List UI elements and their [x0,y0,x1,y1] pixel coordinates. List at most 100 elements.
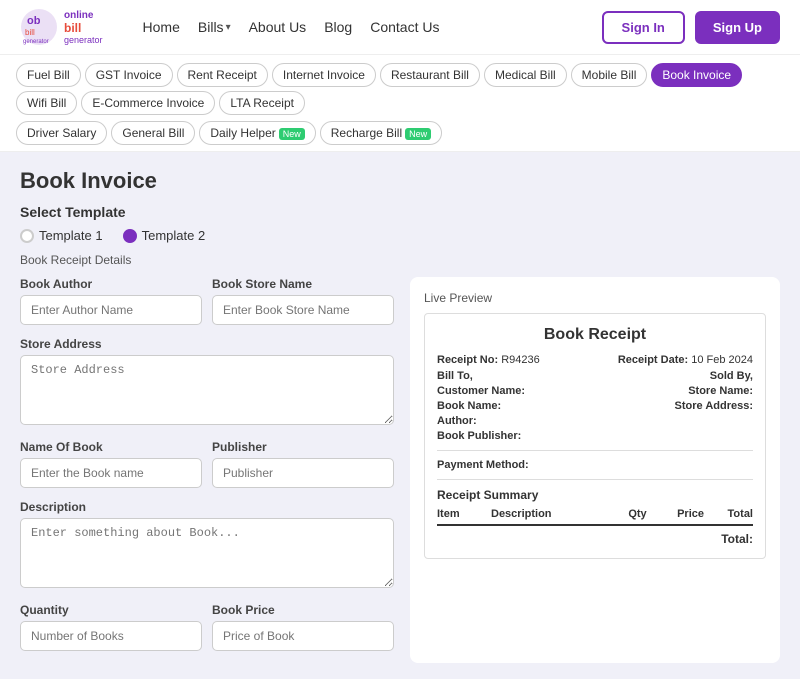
svg-text:generator: generator [23,39,49,45]
category-bar: Fuel BillGST InvoiceRent ReceiptInternet… [0,55,800,152]
name-of-book-label: Name Of Book [20,440,202,454]
category-tag[interactable]: Book Invoice [651,63,742,87]
header: ob bill generator online bill generator … [0,0,800,55]
select-template-label: Select Template [20,204,780,220]
header-buttons: Sign In Sign Up [602,11,780,44]
customer-name-label: Customer Name: [437,385,525,397]
receipt-no-row: Receipt No: R94236 Receipt Date: 10 Feb … [437,354,753,366]
publisher-label: Publisher [212,440,394,454]
book-store-label: Book Store Name [212,277,394,291]
category-tag[interactable]: Driver Salary [16,121,107,145]
category-tag[interactable]: Wifi Bill [16,91,77,115]
form-section: Book Author Book Store Name Store Addres… [20,277,394,663]
book-store-input[interactable] [212,295,394,325]
logo-text-bill: bill [64,21,103,35]
name-of-book-input[interactable] [20,458,202,488]
book-store-address-row: Book Name: Store Address: [437,400,753,412]
store-address-preview-label: Store Address: [675,400,753,412]
template1-label: Template 1 [39,228,103,243]
preview-section: Live Preview Book Receipt Receipt No: R9… [410,277,780,663]
receipt-no-label: Receipt No: R94236 [437,354,540,366]
category-tag[interactable]: Rent Receipt [177,63,268,87]
live-preview-label: Live Preview [424,291,766,305]
receipt-total-row: Total: [437,532,753,546]
category-tag[interactable]: Medical Bill [484,63,567,87]
category-tag[interactable]: E-Commerce Invoice [81,91,215,115]
receipt-date-area: Receipt Date: 10 Feb 2024 [618,354,753,366]
form-row-address: Store Address [20,337,394,428]
author-label: Author: [437,415,477,427]
author-row: Author: [437,415,753,427]
nav-about[interactable]: About Us [249,19,307,35]
book-store-group: Book Store Name [212,277,394,325]
book-author-input[interactable] [20,295,202,325]
category-tag[interactable]: GST Invoice [85,63,173,87]
receipt-summary-title: Receipt Summary [437,488,753,502]
logo: ob bill generator online bill generator [20,8,103,46]
customer-store-row: Customer Name: Store Name: [437,385,753,397]
publisher-group: Publisher [212,440,394,488]
book-price-group: Book Price [212,603,394,651]
category-row-2: Driver SalaryGeneral BillDaily HelperNew… [16,121,784,145]
category-row-1: Fuel BillGST InvoiceRent ReceiptInternet… [16,63,784,115]
logo-text-online: online [64,10,103,21]
category-tag[interactable]: Daily HelperNew [199,121,315,145]
description-textarea[interactable] [20,518,394,588]
receipt-preview: Book Receipt Receipt No: R94236 Receipt … [424,313,766,559]
template1-radio [20,229,34,243]
store-address-textarea[interactable] [20,355,394,425]
book-price-input[interactable] [212,621,394,651]
bill-sold-row: Bill To, Sold By, [437,370,753,382]
template2-label: Template 2 [142,228,206,243]
template2-radio [123,229,137,243]
table-col-price: Price [659,508,704,520]
quantity-group: Quantity [20,603,202,651]
logo-text-generator: generator [64,35,103,45]
table-col-description: Description [491,508,616,520]
publisher-input[interactable] [212,458,394,488]
quantity-label: Quantity [20,603,202,617]
category-tag[interactable]: Recharge BillNew [320,121,442,145]
category-tag[interactable]: Fuel Bill [16,63,81,87]
category-tag[interactable]: Restaurant Bill [380,63,480,87]
divider1 [437,450,753,451]
payment-method-label: Payment Method: [437,459,753,471]
category-tag[interactable]: Mobile Bill [571,63,648,87]
book-publisher-label: Book Publisher: [437,430,521,442]
chevron-down-icon: ▾ [226,22,231,33]
form-row-description: Description [20,500,394,591]
bill-to-label: Bill To, [437,370,473,382]
store-address-label: Store Address [20,337,394,351]
name-of-book-group: Name Of Book [20,440,202,488]
sold-by-label: Sold By, [710,370,753,382]
form-row-author-store: Book Author Book Store Name [20,277,394,325]
store-name-label: Store Name: [688,385,753,397]
category-tag[interactable]: LTA Receipt [219,91,305,115]
receipt-table-header: Item Description Qty Price Total [437,508,753,526]
nav-bills[interactable]: Bills ▾ [198,19,231,35]
template1-option[interactable]: Template 1 [20,228,103,243]
signup-button[interactable]: Sign Up [695,11,780,44]
template2-option[interactable]: Template 2 [123,228,206,243]
nav-contact[interactable]: Contact Us [370,19,439,35]
book-author-label: Book Author [20,277,202,291]
book-publisher-row: Book Publisher: [437,430,753,442]
total-label: Total: [721,532,753,546]
receipt-title: Book Receipt [437,326,753,344]
two-column-layout: Book Author Book Store Name Store Addres… [20,277,780,663]
store-address-group: Store Address [20,337,394,428]
table-col-item: Item [437,508,487,520]
table-col-total: Total [708,508,753,520]
category-tag[interactable]: Internet Invoice [272,63,376,87]
template-options: Template 1 Template 2 [20,228,780,243]
book-price-label: Book Price [212,603,394,617]
category-tag[interactable]: General Bill [111,121,195,145]
nav-home[interactable]: Home [143,19,180,35]
main-content: Book Invoice Select Template Template 1 … [0,152,800,679]
signin-button[interactable]: Sign In [602,11,685,44]
quantity-input[interactable] [20,621,202,651]
svg-text:ob: ob [27,15,41,27]
nav-blog[interactable]: Blog [324,19,352,35]
page-title: Book Invoice [20,168,780,194]
svg-text:bill: bill [25,28,35,37]
